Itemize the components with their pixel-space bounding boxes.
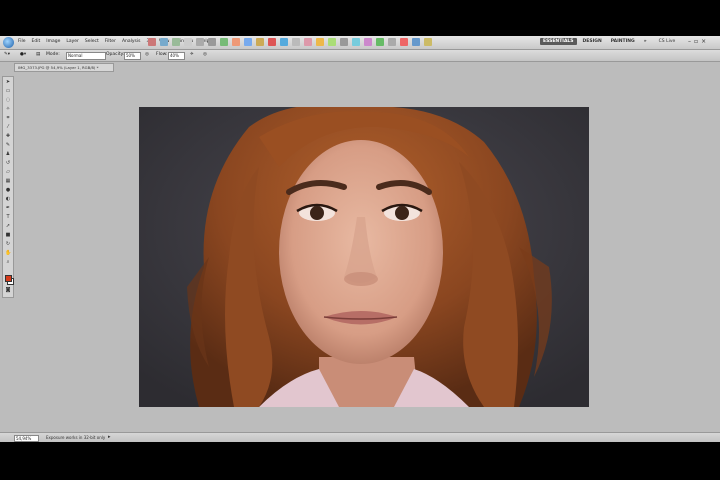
app-icon[interactable]	[232, 38, 240, 46]
app-icon[interactable]	[388, 38, 396, 46]
menu-file[interactable]: File	[18, 39, 26, 44]
zoom-tool-icon[interactable]: ⌕	[5, 260, 11, 265]
menu-bar: File Edit Image Layer Select Filter Anal…	[0, 36, 720, 50]
mode-label: Mode:	[46, 52, 60, 57]
status-menu-arrow-icon[interactable]: ▸	[108, 434, 111, 440]
move-tool-icon[interactable]: ➤	[5, 80, 11, 85]
bridge-icon[interactable]	[148, 38, 156, 46]
restore-icon[interactable]: ▫	[694, 38, 698, 45]
airbrush-icon[interactable]: ✈	[190, 52, 194, 57]
app-icon[interactable]	[352, 38, 360, 46]
crop-tool-icon[interactable]: ⌗	[5, 116, 11, 121]
stamp-tool-icon[interactable]: ♟	[5, 152, 11, 157]
app-icon[interactable]	[244, 38, 252, 46]
zoom-level-icon[interactable]	[184, 38, 192, 46]
quick-launch-bar	[148, 38, 432, 46]
pressure-size-icon[interactable]: ◎	[203, 52, 207, 57]
window-controls: – ▫ ×	[688, 38, 706, 45]
app-icon[interactable]	[364, 38, 372, 46]
app-icon[interactable]	[256, 38, 264, 46]
flow-label: Flow:	[156, 52, 168, 57]
opacity-label: Opacity:	[106, 52, 125, 57]
ps-logo-icon	[3, 37, 14, 48]
brush-tool-icon[interactable]: ✎	[5, 143, 11, 148]
menu-select[interactable]: Select	[85, 39, 99, 44]
gradient-tool-icon[interactable]: ▦	[5, 179, 11, 184]
app-icon[interactable]	[280, 38, 288, 46]
menu-filter[interactable]: Filter	[105, 39, 116, 44]
photoshop-window: File Edit Image Layer Select Filter Anal…	[0, 36, 720, 442]
app-icon[interactable]	[340, 38, 348, 46]
marquee-tool-icon[interactable]: ▭	[5, 89, 11, 94]
opacity-input[interactable]: 50%	[124, 52, 141, 60]
menu-analysis[interactable]: Analysis	[122, 39, 141, 44]
zoom-level-input[interactable]: 54,94%	[14, 435, 39, 442]
document-info[interactable]: Exposure works in 32-bit only	[46, 435, 105, 440]
blur-tool-icon[interactable]: ●	[5, 188, 11, 193]
screen-mode-icon[interactable]	[208, 38, 216, 46]
workspace-switcher: ESSENTIALS DESIGN PAINTING » CS Live	[540, 38, 675, 45]
dodge-tool-icon[interactable]: ◐	[5, 197, 11, 202]
eraser-tool-icon[interactable]: ▱	[5, 170, 11, 175]
app-icon[interactable]	[304, 38, 312, 46]
tools-panel: ➤ ▭ ◌ ✧ ⌗ ⁄ ✚ ✎ ♟ ↺ ▱ ▦ ● ◐ ✒ T ➚ ■ ↻ ✋ …	[2, 76, 14, 298]
pressure-opacity-icon[interactable]: ◎	[145, 52, 149, 57]
lasso-tool-icon[interactable]: ◌	[5, 98, 11, 103]
workspace-essentials-button[interactable]: ESSENTIALS	[540, 38, 577, 45]
app-icon[interactable]	[268, 38, 276, 46]
workspace-painting-button[interactable]: PAINTING	[608, 38, 638, 45]
close-icon[interactable]: ×	[701, 38, 706, 45]
workspace-design-button[interactable]: DESIGN	[580, 38, 605, 45]
eyedropper-tool-icon[interactable]: ⁄	[5, 125, 11, 130]
foreground-color-swatch[interactable]	[5, 275, 12, 282]
brush-panel-icon[interactable]: ▤	[36, 52, 40, 57]
app-icon[interactable]	[376, 38, 384, 46]
brush-preset-icon[interactable]: ●▾	[20, 52, 26, 57]
type-tool-icon[interactable]: T	[5, 215, 11, 220]
minimize-icon[interactable]: –	[688, 38, 691, 45]
options-bar: ✎▾ ●▾ ▤ Mode: Normal Opacity: 50% ◎ Flow…	[0, 50, 720, 62]
mode-select[interactable]: Normal	[66, 52, 106, 60]
app-icon[interactable]	[328, 38, 336, 46]
healing-tool-icon[interactable]: ✚	[5, 134, 11, 139]
quick-selection-tool-icon[interactable]: ✧	[5, 107, 11, 112]
history-brush-tool-icon[interactable]: ↺	[5, 161, 11, 166]
cs-live-button[interactable]: CS Live	[659, 39, 676, 44]
document-canvas[interactable]	[139, 107, 589, 407]
document-tab[interactable]: IMG_3373.JPG @ 54,9% (Layer 1, RGB/8) *	[14, 63, 114, 72]
minibridge-icon[interactable]	[160, 38, 168, 46]
app-icon[interactable]	[316, 38, 324, 46]
menu-image[interactable]: Image	[46, 39, 60, 44]
app-icon[interactable]	[292, 38, 300, 46]
tool-preset-icon[interactable]: ✎▾	[4, 52, 10, 57]
app-icon[interactable]	[412, 38, 420, 46]
path-tool-icon[interactable]: ➚	[5, 224, 11, 229]
flow-input[interactable]: 40%	[168, 52, 185, 60]
app-icon[interactable]	[424, 38, 432, 46]
portrait-photo	[139, 107, 589, 407]
workspace-more-button[interactable]: »	[641, 38, 650, 45]
hand-tool-icon[interactable]: ✋	[5, 251, 11, 256]
pen-tool-icon[interactable]: ✒	[5, 206, 11, 211]
status-bar: 54,94% Exposure works in 32-bit only ▸	[0, 432, 720, 442]
shape-tool-icon[interactable]: ■	[5, 233, 11, 238]
menu-layer[interactable]: Layer	[66, 39, 79, 44]
app-icon[interactable]	[220, 38, 228, 46]
menu-edit[interactable]: Edit	[32, 39, 41, 44]
arrange-icon[interactable]	[196, 38, 204, 46]
3d-rotate-tool-icon[interactable]: ↻	[5, 242, 11, 247]
app-icon[interactable]	[400, 38, 408, 46]
extras-icon[interactable]	[172, 38, 180, 46]
quick-mask-icon[interactable]: ◙	[5, 288, 11, 293]
